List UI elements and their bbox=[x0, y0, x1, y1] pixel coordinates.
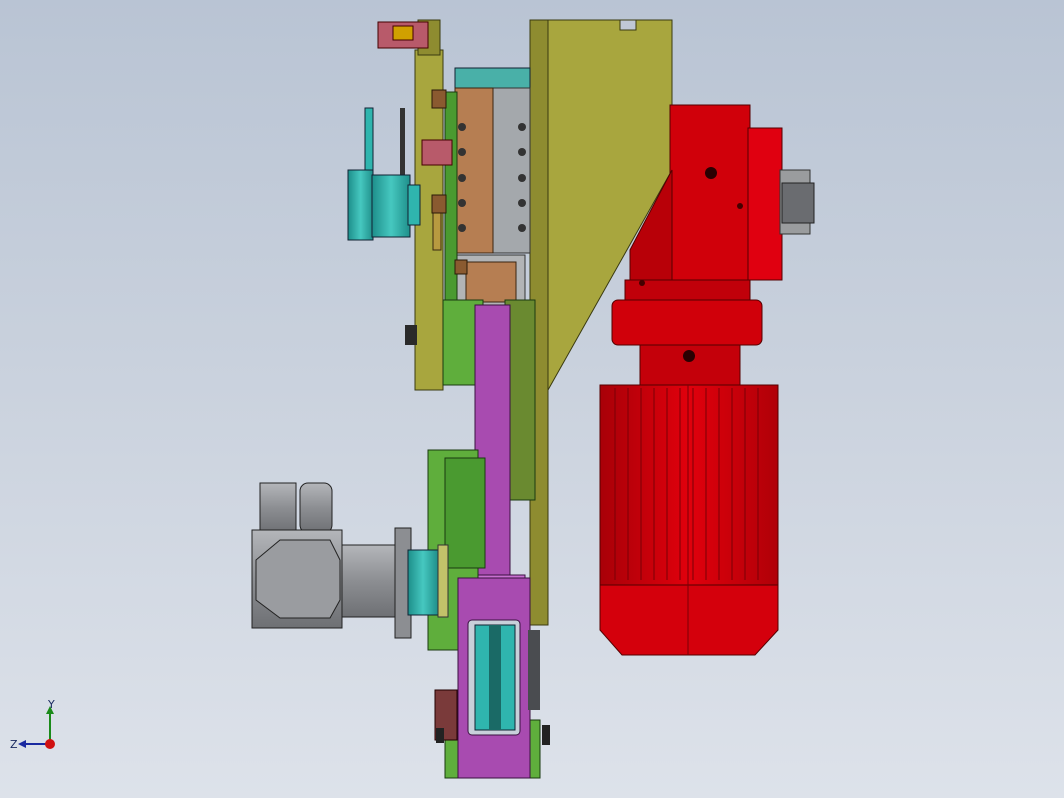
top-clamp-screw bbox=[392, 25, 414, 41]
cad-viewport[interactable]: Y Z bbox=[0, 0, 1064, 798]
lower-shaft bbox=[528, 630, 540, 710]
coordinate-triad: Y Z bbox=[8, 698, 68, 760]
lower-bolt-left bbox=[436, 728, 444, 743]
pulley-bracket[interactable] bbox=[457, 577, 531, 779]
axis-y-label: Y bbox=[47, 700, 55, 711]
axis-origin-icon bbox=[45, 739, 55, 749]
axis-z-label: Z bbox=[10, 738, 18, 751]
assembly-model[interactable] bbox=[0, 0, 1064, 798]
lower-bolt bbox=[542, 725, 550, 745]
servo-gearhead[interactable] bbox=[251, 482, 449, 639]
